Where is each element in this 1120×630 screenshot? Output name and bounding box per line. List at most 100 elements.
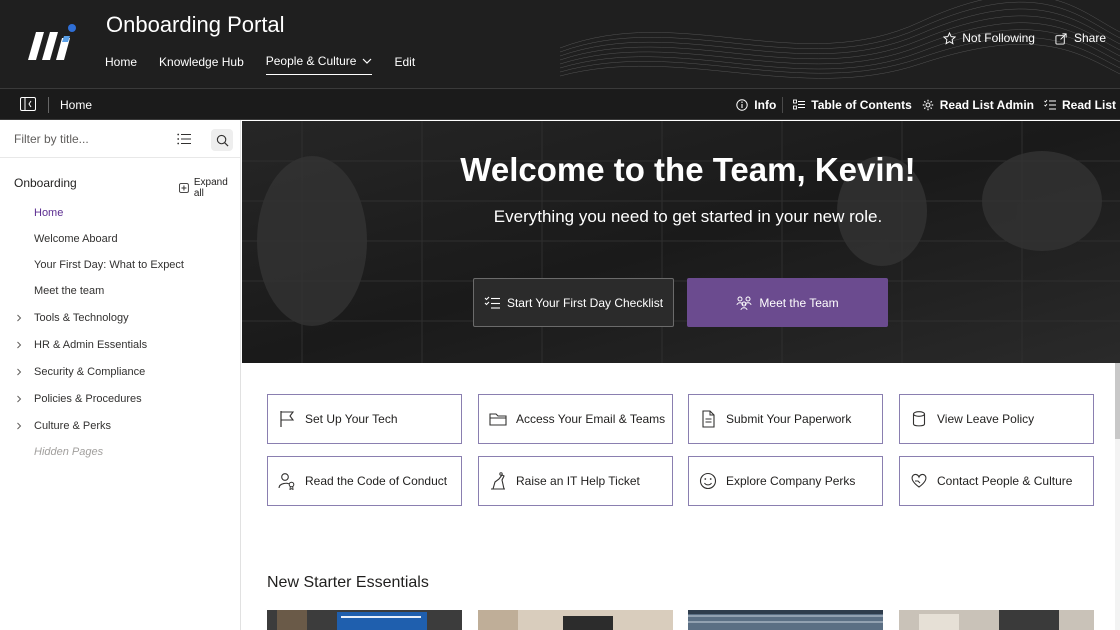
nav-tree: Home Welcome Aboard Your First Day: What… <box>0 200 240 465</box>
nav-item-culture-perks[interactable]: Culture & Perks <box>0 412 240 439</box>
chevron-down-icon <box>363 58 372 64</box>
filter-row <box>0 120 240 158</box>
follow-button[interactable]: Not Following <box>943 31 1035 45</box>
folder-icon <box>489 413 507 426</box>
quick-link-label: View Leave Policy <box>937 412 1035 426</box>
essentials-thumbnail[interactable] <box>478 610 673 630</box>
essentials-thumbnail[interactable] <box>899 610 1094 630</box>
flag-icon <box>280 411 295 427</box>
people-group-icon <box>736 296 752 310</box>
topnav-label: Edit <box>394 54 416 69</box>
filter-input[interactable] <box>6 126 166 152</box>
navigation-sidebar: Onboarding Expand all Home Welcome Aboar… <box>0 120 241 630</box>
heart-hands-icon <box>911 473 927 488</box>
nav-item-meet-the-team[interactable]: Meet the team <box>0 278 240 304</box>
quick-link-paperwork[interactable]: Submit Your Paperwork <box>688 394 883 444</box>
plus-box-icon <box>179 183 189 193</box>
nav-item-home[interactable]: Home <box>0 200 240 226</box>
info-button[interactable]: Info <box>736 97 776 113</box>
quick-link-leave-policy[interactable]: View Leave Policy <box>899 394 1094 444</box>
hero-title: Welcome to the Team, Kevin! <box>460 151 916 188</box>
site-title[interactable]: Onboarding Portal <box>106 12 285 38</box>
nav-item-hidden-pages[interactable]: Hidden Pages <box>0 439 240 465</box>
chevron-right-icon[interactable] <box>15 368 23 376</box>
quick-link-email-teams[interactable]: Access Your Email & Teams <box>478 394 673 444</box>
nav-item-first-day[interactable]: Your First Day: What to Expect <box>0 252 240 278</box>
quick-link-label: Raise an IT Help Ticket <box>516 474 640 488</box>
topnav-edit[interactable]: Edit <box>394 54 415 75</box>
star-icon <box>943 31 957 45</box>
nav-item-label: Security & Compliance <box>34 365 146 378</box>
info-icon <box>736 99 748 111</box>
nav-item-security-compliance[interactable]: Security & Compliance <box>0 358 240 385</box>
follow-label: Not Following <box>962 31 1035 45</box>
database-icon <box>912 411 926 427</box>
gear-icon <box>922 99 933 111</box>
chevron-right-icon[interactable] <box>15 395 23 403</box>
expand-all-button[interactable]: Expand all <box>179 177 240 199</box>
read-list-button[interactable]: Read List <box>1044 97 1116 113</box>
nav-section-title[interactable]: Onboarding <box>14 176 77 190</box>
nav-item-label: Tools & Technology <box>34 311 129 324</box>
quick-link-label: Submit Your Paperwork <box>726 412 852 426</box>
topnav-people-culture[interactable]: People & Culture <box>265 54 373 75</box>
smiley-icon <box>699 472 717 490</box>
command-actions: Info Table of Contents Read List Admin R… <box>736 97 1116 113</box>
nav-item-label: HR & Admin Essentials <box>34 338 148 351</box>
quick-link-label: Access Your Email & Teams <box>516 412 666 426</box>
chevron-right-icon[interactable] <box>15 341 23 349</box>
chevron-right-icon[interactable] <box>15 422 23 430</box>
topnav-label: Knowledge Hub <box>159 54 244 69</box>
essentials-thumbnail[interactable] <box>267 610 462 630</box>
read-list-admin-label: Read List Admin <box>939 98 1034 112</box>
topnav-knowledge-hub[interactable]: Knowledge Hub <box>159 54 244 75</box>
nav-item-tools-technology[interactable]: Tools & Technology <box>0 304 240 331</box>
quick-link-label: Set Up Your Tech <box>305 412 398 426</box>
nav-item-label: Welcome Aboard <box>34 233 118 245</box>
divider <box>782 97 784 113</box>
read-list-admin-button[interactable]: Read List Admin <box>922 97 1034 113</box>
header-actions: Not Following Share <box>943 31 1106 45</box>
checklist-icon <box>484 296 500 309</box>
topnav-home[interactable]: Home <box>105 54 137 75</box>
quick-link-company-perks[interactable]: Explore Company Perks <box>688 456 883 506</box>
quick-link-label: Explore Company Perks <box>726 474 856 488</box>
nav-item-label: Policies & Procedures <box>34 392 142 405</box>
nav-item-hr-admin[interactable]: HR & Admin Essentials <box>0 331 240 358</box>
section-heading: New Starter Essentials <box>267 574 429 591</box>
quick-link-contact-people-culture[interactable]: Contact People & Culture <box>899 456 1094 506</box>
main-content: Set Up Your Tech Access Your Email & Tea… <box>242 363 1120 630</box>
checklist-icon <box>1044 99 1056 110</box>
panel-toggle-icon[interactable] <box>20 97 36 111</box>
meet-the-team-button[interactable]: Meet the Team <box>687 278 888 327</box>
nav-item-policies-procedures[interactable]: Policies & Procedures <box>0 385 240 412</box>
search-button[interactable] <box>211 129 233 151</box>
first-day-checklist-label: Start Your First Day Checklist <box>506 295 664 310</box>
divider <box>48 97 49 113</box>
site-logo[interactable] <box>24 20 80 66</box>
nav-item-label: Your First Day: What to Expect <box>34 259 184 271</box>
scrollbar-thumb[interactable] <box>1115 363 1120 439</box>
breadcrumb[interactable]: Home <box>60 98 92 112</box>
table-of-contents-icon <box>793 99 806 110</box>
quick-link-set-up-tech[interactable]: Set Up Your Tech <box>267 394 462 444</box>
hero-banner: Welcome to the Team, Kevin! Everything y… <box>242 121 1120 363</box>
site-header: Onboarding Portal Home Knowledge Hub Peo… <box>0 0 1120 88</box>
nav-item-label: Hidden Pages <box>34 446 104 458</box>
first-day-checklist-button[interactable]: Start Your First Day Checklist <box>473 278 674 327</box>
topnav-label: People & Culture <box>265 54 357 68</box>
share-label: Share <box>1073 31 1106 45</box>
list-view-icon[interactable] <box>177 133 191 145</box>
top-navigation: Home Knowledge Hub People & Culture Edit <box>105 54 437 75</box>
toc-label: Table of Contents <box>811 98 912 112</box>
document-icon <box>702 410 715 428</box>
table-of-contents-button[interactable]: Table of Contents <box>793 97 912 113</box>
share-button[interactable]: Share <box>1055 31 1106 45</box>
quick-link-it-help-ticket[interactable]: Raise an IT Help Ticket <box>478 456 673 506</box>
nav-item-label: Culture & Perks <box>34 419 112 432</box>
essentials-thumbnail[interactable] <box>688 610 883 630</box>
nav-item-welcome-aboard[interactable]: Welcome Aboard <box>0 226 240 252</box>
chevron-right-icon[interactable] <box>15 314 23 322</box>
nav-item-label: Meet the team <box>34 285 105 297</box>
quick-link-code-of-conduct[interactable]: Read the Code of Conduct <box>267 456 462 506</box>
